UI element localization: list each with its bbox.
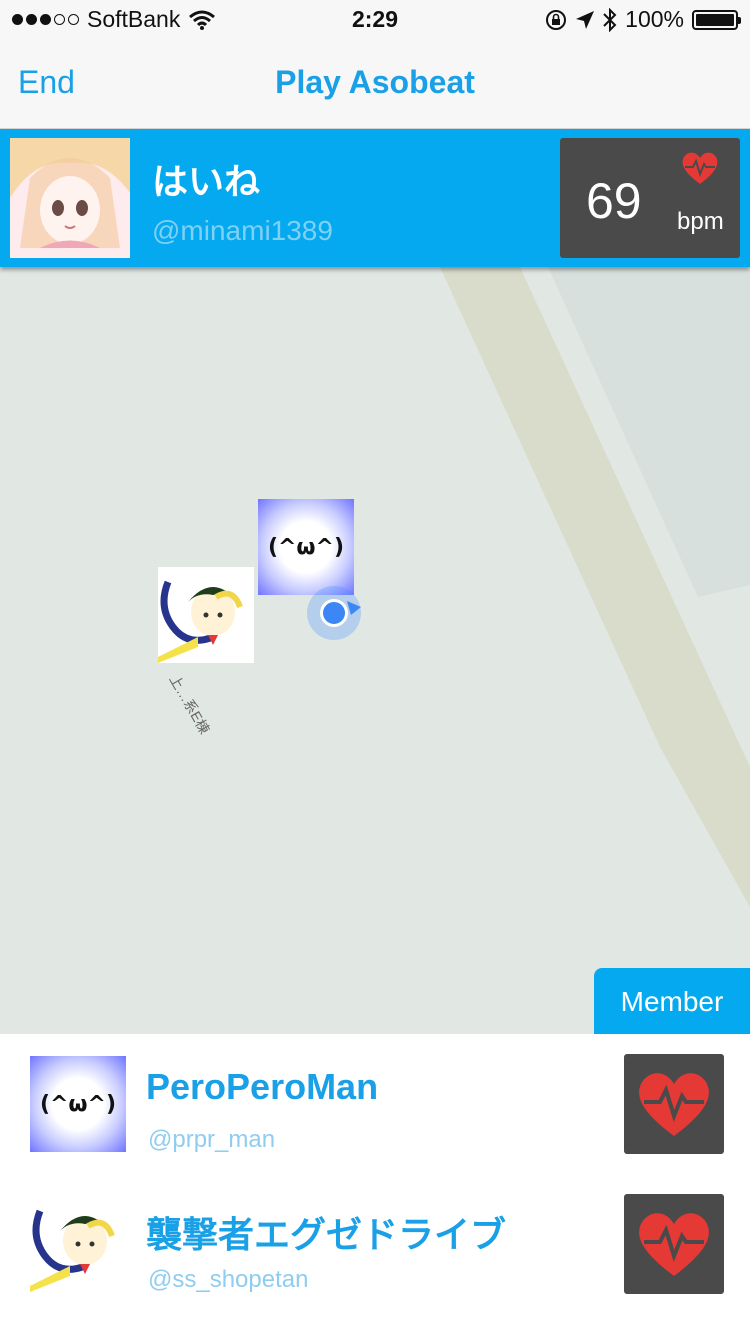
member-name: PeroPeroMan <box>146 1066 379 1107</box>
map-view[interactable]: 上…系E棟 (^ω^) <box>0 267 750 1034</box>
bpm-display: 69 bpm <box>560 138 740 258</box>
member-avatar <box>30 1196 126 1292</box>
member-handle: @prpr_man <box>148 1126 276 1153</box>
member-tab-button[interactable]: Member <box>594 968 750 1034</box>
bpm-unit: bpm <box>677 208 724 235</box>
battery-percentage: 100% <box>625 6 684 32</box>
member-handle: @ss_shopetan <box>148 1266 309 1293</box>
navigation-bar: Play Asobeat End <box>0 40 750 129</box>
end-button[interactable]: End <box>18 64 75 101</box>
profile-handle: @minami1389 <box>152 215 333 246</box>
member-avatar: (^ω^) <box>30 1056 126 1152</box>
map-marker-member-1[interactable]: (^ω^) <box>258 499 354 595</box>
member-list: (^ω^) PeroPeroMan @prpr_man 襲撃者エグゼドライブ @… <box>0 1034 750 1334</box>
member-heart-button[interactable] <box>624 1054 724 1154</box>
profile-name: はいね <box>152 161 261 202</box>
member-tab-label: Member <box>620 986 724 1017</box>
heading-arrow-icon <box>347 601 361 615</box>
battery-icon <box>692 9 741 30</box>
member-avatar-kaomoji: (^ω^) <box>39 1091 117 1117</box>
status-right: 100% <box>545 6 741 33</box>
list-item[interactable]: 襲撃者エグゼドライブ @ss_shopetan <box>0 1174 750 1314</box>
map-marker-member-2[interactable] <box>158 567 254 663</box>
heart-rate-icon <box>639 1073 709 1136</box>
heart-rate-icon <box>639 1213 709 1276</box>
location-arrow-icon <box>576 10 595 29</box>
kaomoji-avatar-text: (^ω^) <box>267 534 345 560</box>
map-roads <box>0 267 750 1034</box>
status-bar: SoftBank 2:29 100% <box>0 0 750 40</box>
bluetooth-icon <box>603 7 617 32</box>
heart-rate-icon <box>682 152 718 184</box>
nav-title: Play Asobeat <box>275 64 475 100</box>
member-heart-button[interactable] <box>624 1194 724 1294</box>
profile-card: はいね @minami1389 69 bpm <box>0 129 750 267</box>
bpm-value: 69 <box>586 173 642 229</box>
rotation-lock-icon <box>546 9 567 30</box>
profile-avatar <box>10 138 130 258</box>
member-name: 襲撃者エグゼドライブ <box>146 1214 507 1255</box>
list-item[interactable]: (^ω^) PeroPeroMan @prpr_man <box>0 1034 750 1174</box>
current-location-dot <box>320 599 348 627</box>
